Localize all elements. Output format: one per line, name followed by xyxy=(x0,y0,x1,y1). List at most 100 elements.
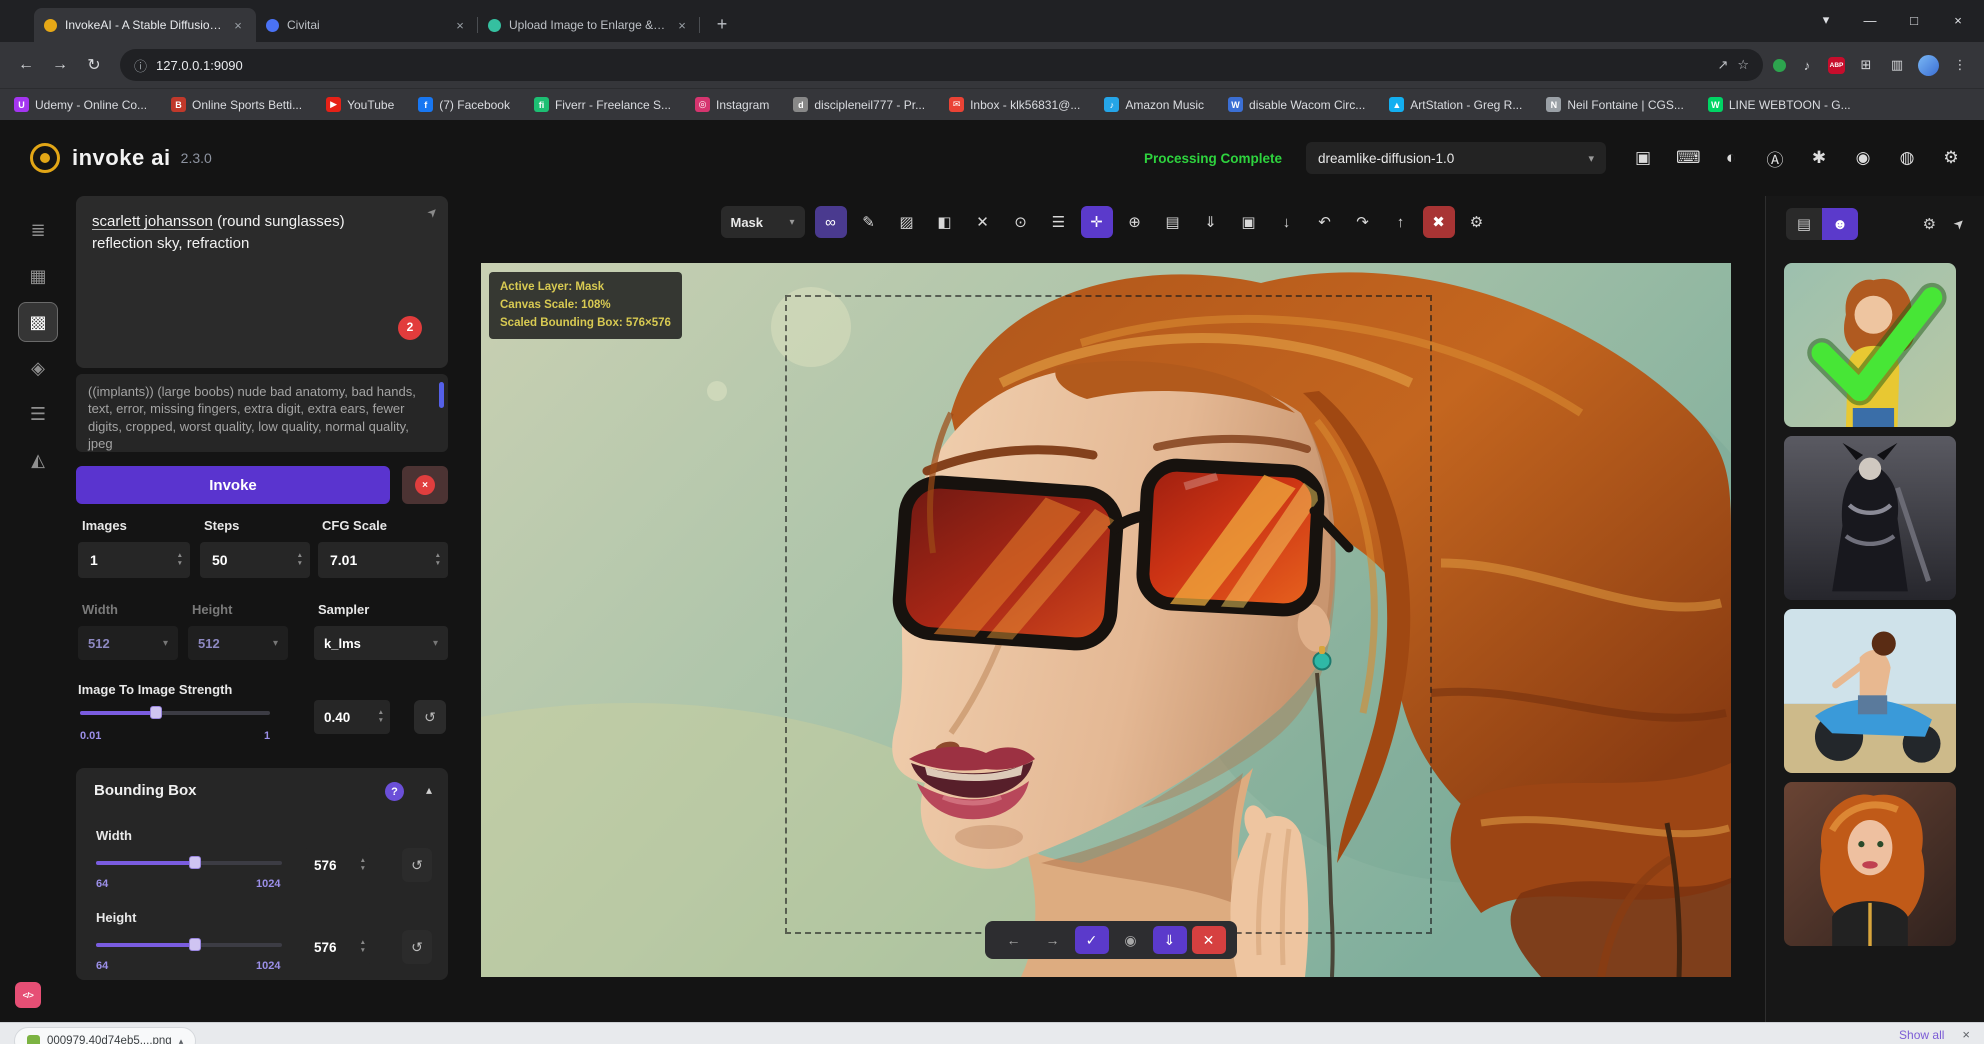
gallery-thumbnail-4[interactable] xyxy=(1784,782,1956,946)
share-icon[interactable]: ↗ xyxy=(1717,57,1728,73)
browser-tab[interactable]: Civitai× xyxy=(256,8,478,42)
brush-options-button[interactable]: ☰ xyxy=(1043,206,1075,238)
merge-layers-button[interactable]: ▤ xyxy=(1157,206,1189,238)
bbox-width-slider-thumb[interactable] xyxy=(189,856,201,869)
bbox-width-slider[interactable] xyxy=(96,846,282,880)
bookmark-item[interactable]: Wdisable Wacom Circ... xyxy=(1228,97,1365,112)
steps-input[interactable]: 50 ▲▼ xyxy=(200,542,310,578)
tab-post-processing[interactable]: ☰ xyxy=(18,394,58,434)
extension-speaker-icon[interactable]: ♪ xyxy=(1797,55,1817,75)
extension-green-icon[interactable] xyxy=(1773,59,1786,72)
gallery-thumbnail-3[interactable] xyxy=(1784,609,1956,773)
extensions-puzzle-icon[interactable]: ⊞ xyxy=(1856,55,1876,75)
i2i-value-input[interactable]: 0.40 ▲▼ xyxy=(314,700,390,734)
save-staging-button[interactable]: ⇓ xyxy=(1153,926,1187,954)
invoke-button[interactable]: Invoke xyxy=(76,466,390,504)
tab-close-icon[interactable]: × xyxy=(452,17,468,33)
previous-staging-button[interactable]: ← xyxy=(997,926,1031,954)
canvas-settings-button[interactable]: ⚙ xyxy=(1461,206,1493,238)
settings-icon[interactable]: ⚙ xyxy=(1940,146,1962,171)
reload-button[interactable]: ↻ xyxy=(78,49,110,81)
new-tab-button[interactable]: + xyxy=(708,10,736,38)
gallery-generations-button[interactable]: ▤ xyxy=(1786,208,1822,240)
next-staging-button[interactable]: → xyxy=(1036,926,1070,954)
tab-training[interactable]: ◭ xyxy=(18,440,58,480)
copy-to-clipboard-button[interactable]: ▣ xyxy=(1233,206,1265,238)
address-bar[interactable]: ⓘ 127.0.0.1:9090 ↗ ☆ xyxy=(120,49,1763,81)
move-tool-button[interactable]: ✛ xyxy=(1081,206,1113,238)
clear-canvas-button[interactable]: ✖ xyxy=(1423,206,1455,238)
color-picker-button[interactable]: ⊙ xyxy=(1005,206,1037,238)
console-toggle-button[interactable]: </> xyxy=(15,982,41,1008)
stepper[interactable]: ▲▼ xyxy=(378,710,384,725)
prompt-input[interactable]: scarlett johansson (round sunglasses) re… xyxy=(76,196,448,368)
scrollbar-thumb[interactable] xyxy=(439,382,444,408)
close-window-button[interactable]: × xyxy=(1936,0,1980,40)
bookmark-item[interactable]: ◎Instagram xyxy=(695,97,769,112)
width-select[interactable]: 512 ▾ xyxy=(78,626,178,660)
bbox-height-slider[interactable] xyxy=(96,928,282,962)
stepper[interactable]: ▲▼ xyxy=(360,858,366,873)
bookmark-item[interactable]: NNeil Fontaine | CGS... xyxy=(1546,97,1684,112)
help-icon[interactable]: ? xyxy=(385,782,404,801)
model-select[interactable]: dreamlike-diffusion-1.0 ▾ xyxy=(1306,142,1606,174)
show-all-downloads-link[interactable]: Show all xyxy=(1899,1028,1944,1042)
bookmark-item[interactable]: ▶YouTube xyxy=(326,97,394,112)
maximize-button[interactable]: □ xyxy=(1892,0,1936,40)
extension-adblock-icon[interactable]: ABP xyxy=(1828,57,1845,74)
hotkeys-icon[interactable]: ⌨ xyxy=(1676,146,1698,171)
tab-close-icon[interactable]: × xyxy=(674,17,690,33)
minimize-button[interactable]: — xyxy=(1848,0,1892,40)
cancel-button[interactable]: × xyxy=(402,466,448,504)
sampler-select[interactable]: k_lms ▾ xyxy=(314,626,448,660)
i2i-slider-thumb[interactable] xyxy=(150,706,162,719)
gallery-thumbnail-2[interactable] xyxy=(1784,436,1956,600)
tab-search-icon[interactable]: ▾ xyxy=(1804,0,1848,40)
bookmark-item[interactable]: ✉Inbox - klk56831@... xyxy=(949,97,1080,112)
site-info-icon[interactable]: ⓘ xyxy=(134,56,147,75)
bookmark-item[interactable]: f(7) Facebook xyxy=(418,97,510,112)
browser-tab[interactable]: Upload Image to Enlarge & Enhance× xyxy=(478,8,700,42)
canvas-artwork[interactable] xyxy=(481,263,1731,977)
bbox-height-reset-button[interactable]: ↺ xyxy=(402,930,432,964)
upload-image-button[interactable]: ↑ xyxy=(1385,206,1417,238)
tab-image-to-image[interactable]: ▦ xyxy=(18,256,58,296)
bookmark-item[interactable]: WLINE WEBTOON - G... xyxy=(1708,97,1851,112)
tab-nodes[interactable]: ◈ xyxy=(18,348,58,388)
accept-staging-button[interactable]: ✓ xyxy=(1075,926,1109,954)
discard-staging-button[interactable]: ✕ xyxy=(1192,926,1226,954)
close-shelf-icon[interactable]: × xyxy=(1962,1027,1970,1042)
i2i-reset-button[interactable]: ↺ xyxy=(414,700,446,734)
bbox-width-reset-button[interactable]: ↺ xyxy=(402,848,432,882)
bookmark-item[interactable]: BOnline Sports Betti... xyxy=(171,97,302,112)
bookmark-item[interactable]: UUdemy - Online Co... xyxy=(14,97,147,112)
bookmark-item[interactable]: fiFiverr - Freelance S... xyxy=(534,97,671,112)
erase-bounding-box-button[interactable]: ✕ xyxy=(967,206,999,238)
stepper[interactable]: ▲▼ xyxy=(435,553,441,568)
undo-button[interactable]: ↶ xyxy=(1309,206,1341,238)
bookmark-item[interactable]: ddiscipleneil777 - Pr... xyxy=(793,97,925,112)
fill-tool-button[interactable]: ◧ xyxy=(929,206,961,238)
stepper[interactable]: ▲▼ xyxy=(360,940,366,955)
height-select[interactable]: 512 ▾ xyxy=(188,626,288,660)
bookmark-item[interactable]: ♪Amazon Music xyxy=(1104,97,1204,112)
gallery-user-button[interactable]: ☻ xyxy=(1822,208,1858,240)
side-panel-icon[interactable]: ▥ xyxy=(1887,55,1907,75)
forward-button[interactable]: → xyxy=(44,49,76,81)
negative-prompt-input[interactable]: ((implants)) (large boobs) nude bad anat… xyxy=(76,374,448,452)
redo-button[interactable]: ↷ xyxy=(1347,206,1379,238)
save-to-gallery-button[interactable]: ⇓ xyxy=(1195,206,1227,238)
bookmark-item[interactable]: ▲ArtStation - Greg R... xyxy=(1389,97,1522,112)
download-image-button[interactable]: ↓ xyxy=(1271,206,1303,238)
gallery-settings-icon[interactable]: ⚙ xyxy=(1923,215,1936,233)
language-icon[interactable]: Ⓐ xyxy=(1764,146,1786,171)
i2i-slider[interactable] xyxy=(80,696,270,730)
profile-avatar[interactable] xyxy=(1918,55,1939,76)
browser-menu-icon[interactable]: ⋮ xyxy=(1950,55,1970,75)
collapse-chevron-icon[interactable]: ▴ xyxy=(426,783,432,797)
gallery-thumbnail-1[interactable] xyxy=(1784,263,1956,427)
layer-select[interactable]: Mask ▾ xyxy=(721,206,805,238)
brush-tool-button[interactable]: ✎ xyxy=(853,206,885,238)
mask-options-button[interactable]: ∞ xyxy=(815,206,847,238)
back-button[interactable]: ← xyxy=(10,49,42,81)
